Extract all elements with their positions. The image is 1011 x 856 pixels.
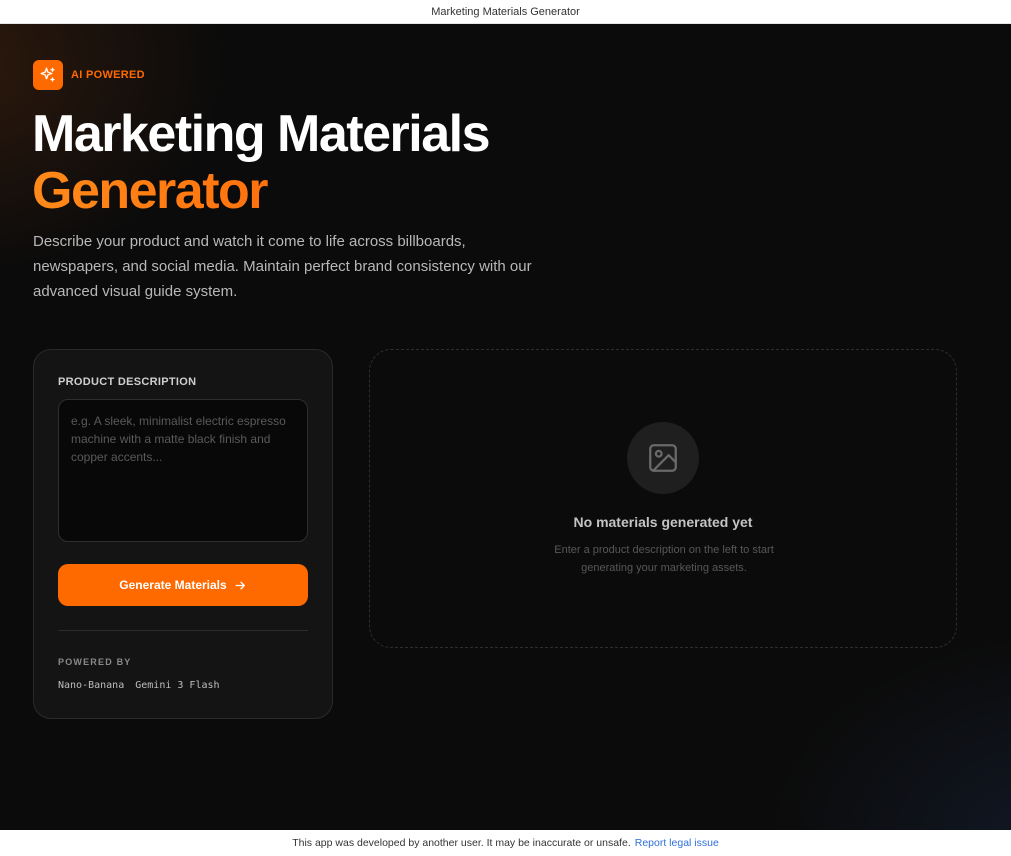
powered-by-item-gemini: Gemini 3 Flash bbox=[135, 680, 220, 691]
generate-materials-button[interactable]: Generate Materials bbox=[58, 564, 308, 606]
product-description-input[interactable] bbox=[58, 399, 308, 542]
empty-state-text: Enter a product description on the left … bbox=[554, 544, 774, 574]
window-title-bar: Marketing Materials Generator bbox=[0, 0, 1011, 24]
powered-by-list: Nano-Banana Gemini 3 Flash bbox=[58, 680, 231, 691]
report-legal-issue-link[interactable]: Report legal issue bbox=[635, 837, 719, 849]
footer-notice: This app was developed by another user. … bbox=[292, 837, 631, 849]
page-title-line2: Generator bbox=[32, 163, 489, 220]
generate-button-label: Generate Materials bbox=[119, 578, 227, 592]
page-subtitle: Describe your product and watch it come … bbox=[33, 233, 532, 300]
sparkles-icon bbox=[33, 60, 63, 90]
output-area: No materials generated yet Enter a produ… bbox=[369, 349, 957, 648]
image-icon bbox=[627, 422, 699, 494]
window-title: Marketing Materials Generator bbox=[431, 5, 580, 18]
page-title-line1: Marketing Materials bbox=[32, 105, 491, 163]
footer-bar: This app was developed by another user. … bbox=[0, 830, 1011, 856]
arrow-right-icon bbox=[234, 579, 247, 592]
product-description-label: PRODUCT DESCRIPTION bbox=[58, 376, 197, 388]
page-title: Marketing Materials Generator bbox=[32, 105, 491, 220]
powered-by-label: POWERED BY bbox=[58, 657, 132, 667]
ai-powered-badge: AI POWERED bbox=[33, 60, 145, 90]
input-panel: PRODUCT DESCRIPTION Generate Materials P… bbox=[33, 349, 333, 719]
app-main: AI POWERED Marketing Materials Generator… bbox=[0, 24, 1011, 830]
badge-label: AI POWERED bbox=[71, 69, 145, 81]
panel-divider bbox=[58, 630, 308, 631]
empty-state-title: No materials generated yet bbox=[573, 514, 753, 530]
powered-by-item-nano-banana: Nano-Banana bbox=[58, 680, 125, 691]
